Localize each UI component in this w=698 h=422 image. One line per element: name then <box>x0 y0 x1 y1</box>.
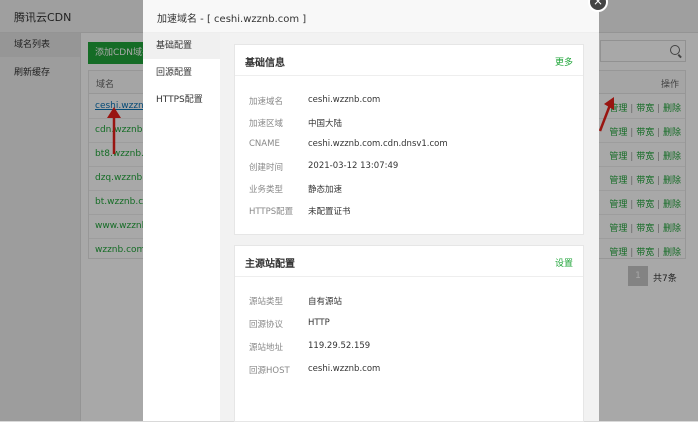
dialog-title: 加速域名 - [ ceshi.wzznb.com ] <box>157 14 307 25</box>
origin-config-card: 主源站配置 设置 源站类型 自有源站 回源协议 HTTP 源站地址 119.29.52… <box>234 245 584 422</box>
info-value: 中国大陆 <box>308 119 343 129</box>
info-value: ceshi.wzznb.com.cdn.dnsv1.com <box>308 139 448 149</box>
card-title: 基础信息 <box>245 58 285 69</box>
info-label: 加速域名 <box>249 97 284 107</box>
dialog-header: 加速域名 - [ ceshi.wzznb.com ] <box>143 0 599 33</box>
info-value: 静态加速 <box>308 185 343 195</box>
info-label: 源站类型 <box>249 297 284 307</box>
info-label: 加速区域 <box>249 119 284 129</box>
info-label: HTTPS配置 <box>249 207 294 217</box>
basic-info-card: 基础信息 更多 加速域名 ceshi.wzznb.com 加速区域 中国大陆 CNA… <box>234 44 584 235</box>
info-value: 2021-03-12 13:07:49 <box>308 161 399 171</box>
info-label: 创建时间 <box>249 163 284 173</box>
dialog-tabs: 基础配置 回源配置 HTTPS配置 <box>143 33 220 421</box>
info-value: ceshi.wzznb.com <box>308 95 381 105</box>
info-label: CNAME <box>249 139 280 149</box>
more-link[interactable]: 更多 <box>555 55 573 68</box>
info-label: 回源HOST <box>249 366 290 376</box>
info-value: HTTP <box>308 318 330 328</box>
info-value: 未配置证书 <box>308 207 351 217</box>
card-title: 主源站配置 <box>245 259 295 270</box>
domain-detail-dialog: 加速域名 - [ ceshi.wzznb.com ] 基础配置 回源配置 HTT… <box>143 0 599 422</box>
dialog-content: 基础信息 更多 加速域名 ceshi.wzznb.com 加速区域 中国大陆 CNA… <box>220 33 599 422</box>
settings-link[interactable]: 设置 <box>555 256 573 269</box>
card-header: 主源站配置 设置 <box>235 246 583 277</box>
info-value: 自有源站 <box>308 297 343 307</box>
info-label: 源站地址 <box>249 343 284 353</box>
info-label: 业务类型 <box>249 185 284 195</box>
tab-origin-config[interactable]: 回源配置 <box>143 60 220 86</box>
info-value: 119.29.52.159 <box>308 341 371 351</box>
card-header: 基础信息 更多 <box>235 45 583 76</box>
tab-https-config[interactable]: HTTPS配置 <box>143 87 220 113</box>
tab-basic-config[interactable]: 基础配置 <box>143 33 220 59</box>
info-label: 回源协议 <box>249 320 284 330</box>
info-value: ceshi.wzznb.com <box>308 364 381 374</box>
